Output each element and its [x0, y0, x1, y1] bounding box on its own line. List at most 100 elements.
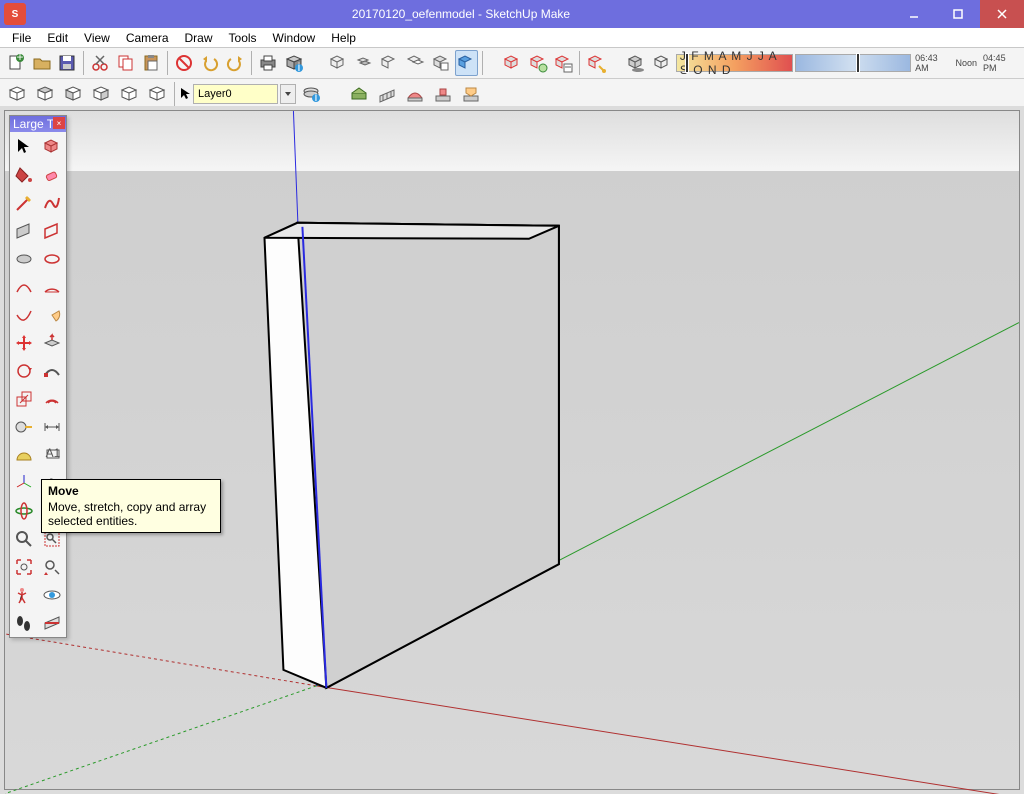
axes-tool[interactable] — [11, 469, 38, 496]
menu-view[interactable]: View — [76, 29, 118, 47]
zoom-extents-tool[interactable] — [11, 553, 38, 580]
sandbox-drape-button[interactable] — [458, 81, 484, 107]
scale-tool[interactable] — [11, 385, 38, 412]
undo-button[interactable] — [198, 50, 222, 76]
right-view-button[interactable] — [88, 81, 114, 107]
pushpull-tool[interactable] — [39, 329, 66, 356]
make-component-tool[interactable] — [39, 133, 66, 160]
menu-tools[interactable]: Tools — [221, 29, 265, 47]
erase-button[interactable] — [172, 50, 196, 76]
make-component-button[interactable] — [500, 50, 524, 76]
minimize-button[interactable] — [892, 0, 936, 28]
solid-union-button[interactable] — [377, 50, 401, 76]
section-plane-tool[interactable] — [39, 609, 66, 636]
sandbox-from-contours-button[interactable] — [346, 81, 372, 107]
dynamic-component-button[interactable] — [584, 50, 608, 76]
eraser-tool[interactable] — [39, 161, 66, 188]
arc-tool[interactable] — [11, 273, 38, 300]
layer-manager-button[interactable]: i — [298, 81, 324, 107]
protractor-tool[interactable] — [11, 441, 38, 468]
sandbox-from-scratch-button[interactable] — [374, 81, 400, 107]
line-tool[interactable] — [11, 189, 38, 216]
followme-tool[interactable] — [39, 357, 66, 384]
solid-outer-shell-button[interactable] — [326, 50, 350, 76]
solid-subtract-button[interactable] — [403, 50, 427, 76]
svg-text:+: + — [16, 53, 23, 64]
cut-button[interactable] — [88, 50, 112, 76]
viewport[interactable]: Large T... × — [4, 110, 1020, 790]
svg-text:i: i — [297, 60, 300, 73]
component-attributes-button[interactable] — [551, 50, 575, 76]
freehand-tool[interactable] — [39, 189, 66, 216]
tooltip-title: Move — [48, 484, 214, 498]
palette-title[interactable]: Large T... × — [10, 116, 66, 132]
toggle-shadows-button[interactable] — [650, 50, 674, 76]
app-icon: S — [4, 3, 26, 25]
menu-file[interactable]: File — [4, 29, 39, 47]
text-tool[interactable]: A1 — [39, 441, 66, 468]
redo-button[interactable] — [224, 50, 248, 76]
2point-arc-tool[interactable] — [39, 273, 66, 300]
move-tool[interactable] — [11, 329, 38, 356]
save-file-button[interactable] — [55, 50, 79, 76]
tape-measure-tool[interactable] — [11, 413, 38, 440]
shadow-settings-button[interactable] — [624, 50, 648, 76]
menu-edit[interactable]: Edit — [39, 29, 76, 47]
svg-text:A1: A1 — [45, 446, 60, 460]
svg-text:i: i — [315, 90, 318, 104]
toolbars: + i J F M A M J J A S O N D — [0, 48, 1024, 109]
component-options-button[interactable] — [526, 50, 550, 76]
rotate-tool[interactable] — [11, 357, 38, 384]
rotated-rectangle-tool[interactable] — [39, 217, 66, 244]
menu-draw[interactable]: Draw — [177, 29, 221, 47]
solid-trim-button[interactable] — [429, 50, 453, 76]
sandbox-smoove-button[interactable] — [402, 81, 428, 107]
sandbox-stamp-button[interactable] — [430, 81, 456, 107]
menu-help[interactable]: Help — [323, 29, 364, 47]
front-view-button[interactable] — [60, 81, 86, 107]
layer-input[interactable] — [193, 84, 278, 104]
layer-dropdown-button[interactable] — [280, 84, 296, 104]
tooltip-body: Move, stretch, copy and array selected e… — [48, 500, 206, 528]
print-button[interactable] — [256, 50, 280, 76]
select-tool[interactable] — [11, 133, 38, 160]
workspace: Large T... × — [0, 106, 1024, 794]
position-camera-tool[interactable] — [11, 581, 38, 608]
walk-tool[interactable] — [11, 609, 38, 636]
previous-view-tool[interactable] — [39, 553, 66, 580]
menu-camera[interactable]: Camera — [118, 29, 177, 47]
new-file-button[interactable]: + — [4, 50, 28, 76]
maximize-button[interactable] — [936, 0, 980, 28]
time-dawn-label: 06:43 AM — [915, 53, 949, 73]
time-slider[interactable] — [795, 54, 912, 72]
cursor-icon — [179, 87, 191, 101]
open-file-button[interactable] — [30, 50, 54, 76]
copy-button[interactable] — [114, 50, 138, 76]
dimension-tool[interactable] — [39, 413, 66, 440]
solid-intersect-button[interactable] — [352, 50, 376, 76]
top-view-button[interactable] — [32, 81, 58, 107]
titlebar: S 20170120_oefenmodel - SketchUp Make — [0, 0, 1024, 28]
zoom-tool[interactable] — [11, 525, 38, 552]
polygon-tool[interactable] — [39, 245, 66, 272]
rectangle-tool[interactable] — [11, 217, 38, 244]
back-view-button[interactable] — [116, 81, 142, 107]
model-info-button[interactable]: i — [282, 50, 306, 76]
3point-arc-tool[interactable] — [11, 301, 38, 328]
paint-bucket-tool[interactable] — [11, 161, 38, 188]
look-around-tool[interactable] — [39, 581, 66, 608]
large-toolset-palette[interactable]: Large T... × — [9, 115, 67, 638]
menu-window[interactable]: Window — [265, 29, 324, 47]
orbit-tool[interactable] — [11, 497, 38, 524]
date-slider[interactable]: J F M A M J J A S O N D — [676, 54, 793, 72]
pie-tool[interactable] — [39, 301, 66, 328]
circle-tool[interactable] — [11, 245, 38, 272]
paste-button[interactable] — [140, 50, 164, 76]
offset-tool[interactable] — [39, 385, 66, 412]
palette-close-button[interactable]: × — [53, 117, 65, 129]
left-view-button[interactable] — [144, 81, 170, 107]
close-button[interactable] — [980, 0, 1024, 28]
menubar: File Edit View Camera Draw Tools Window … — [0, 28, 1024, 48]
iso-view-button[interactable] — [4, 81, 30, 107]
solid-split-button[interactable] — [455, 50, 479, 76]
